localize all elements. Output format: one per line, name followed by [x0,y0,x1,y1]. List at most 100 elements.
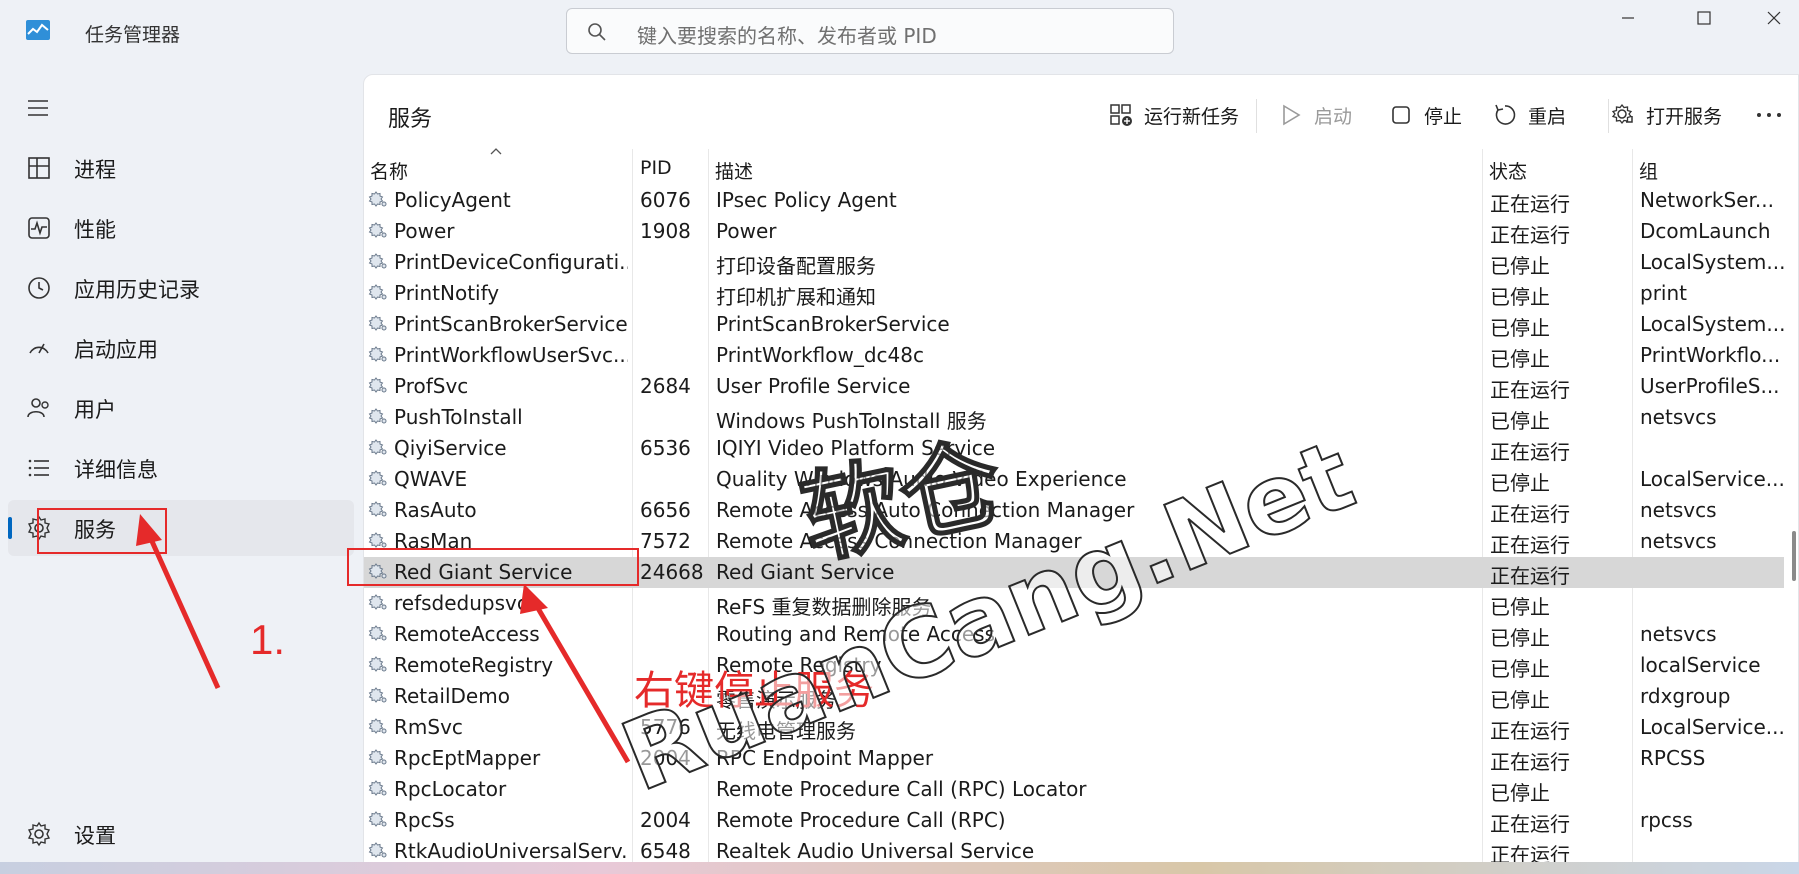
table-row[interactable]: PolicyAgent 6076 IPsec Policy Agent 正在运行 Net… [364,185,1784,216]
column-header-pid[interactable]: PID [640,157,672,179]
search-placeholder[interactable]: 键入要搜索的名称、发布者或 PID [637,20,937,49]
service-description: RPC Endpoint Mapper [716,746,934,770]
service-group: netsvcs [1640,529,1717,553]
search-box[interactable]: 键入要搜索的名称、发布者或 PID [566,8,1174,54]
stop-button[interactable]: 停止 [1388,95,1462,135]
minimize-icon[interactable] [1608,4,1648,34]
service-status: 正在运行 [1490,750,1570,774]
sidebar-item-details[interactable]: 详细信息 [8,440,354,496]
service-group: DcomLaunch [1640,219,1771,243]
table-row[interactable]: ProfSvc 2684 User Profile Service 正在运行 UserP… [364,371,1784,402]
run-new-task-icon [1110,104,1132,126]
service-gear-icon [368,470,387,486]
table-row[interactable]: RpcEptMapper 2004 RPC Endpoint Mapper 正在运行 R… [364,743,1784,774]
sidebar-item-settings[interactable]: 设置 [8,806,354,862]
table-row[interactable]: RmSvc 5776 无线电管理服务 正在运行 LocalService... [364,712,1785,743]
app-history-icon [28,277,50,299]
sidebar-item-label: 性能 [74,218,116,242]
service-name: RasAuto [394,498,477,522]
stop-label: 停止 [1424,105,1463,128]
column-header-group[interactable]: 组 [1639,157,1658,184]
service-pid: 6536 [640,436,691,460]
run-new-task-button[interactable]: 运行新任务 [1108,95,1239,135]
service-name: ProfSvc [394,374,469,398]
service-gear-icon [368,284,387,300]
search-icon [588,23,606,41]
service-group: PrintWorkflo... [1640,343,1781,367]
service-status: 已停止 [1490,688,1550,712]
table-row[interactable]: PrintWorkflowUserSvc... PrintWorkflow_dc4… [364,340,1784,371]
table-row[interactable]: PrintScanBrokerService PrintScanBrokerSer… [364,309,1786,340]
details-icon [28,459,49,477]
services-panel: 服务 运行新任务 启动 停止 重启 打开服务 名称 PID 描述 状态 组 Po… [363,74,1799,874]
column-header-status[interactable]: 状态 [1489,157,1527,184]
vertical-scrollbar-thumb[interactable] [1792,531,1796,581]
service-status: 正在运行 [1490,564,1570,588]
service-status: 已停止 [1490,657,1550,681]
service-name: RmSvc [394,715,463,739]
sidebar-item-label: 进程 [74,158,116,182]
sidebar-item-app-history[interactable]: 应用历史记录 [8,260,354,316]
service-description: Windows PushToInstall 服务 [716,409,987,433]
table-row[interactable]: PrintNotify 打印机扩展和通知 已停止 print [364,278,1784,309]
close-icon[interactable] [1754,4,1794,34]
sidebar-item-label: 用户 [74,398,116,422]
more-options-icon[interactable] [1754,105,1784,125]
table-row[interactable]: QiyiService 6536 IQIYI Video Platform Serv… [364,433,1784,464]
hamburger-menu-icon[interactable] [26,98,50,118]
restart-button[interactable]: 重启 [1492,95,1566,135]
service-gear-icon [368,749,387,765]
restart-label: 重启 [1528,105,1567,128]
service-gear-icon [368,408,387,424]
table-row[interactable]: RetailDemo 零售演示服务 已停止 rdxgroup [364,681,1784,712]
active-indicator [8,517,12,539]
app-title: 任务管理器 [85,24,181,46]
service-name: PrintScanBrokerService [394,312,628,336]
service-status: 正在运行 [1490,223,1570,247]
column-header-description[interactable]: 描述 [715,157,753,184]
service-gear-icon [368,718,387,734]
table-row[interactable]: PrintDeviceConfigurati... 打印设备配置服务 已停止 Loca… [364,247,1786,278]
service-description: User Profile Service [716,374,911,398]
service-pid: 7572 [640,529,691,553]
sidebar-item-users[interactable]: 用户 [8,380,354,436]
service-status: 已停止 [1490,626,1550,650]
open-services-icon [1611,103,1633,125]
service-group: netsvcs [1640,498,1717,522]
open-services-button[interactable]: 打开服务 [1610,95,1722,135]
table-row[interactable]: RemoteRegistry Remote Registry 已停止 localSer… [364,650,1784,681]
start-button[interactable]: 启动 [1278,95,1352,135]
service-gear-icon [368,594,387,610]
service-gear-icon [368,346,387,362]
sidebar-item-processes[interactable]: 进程 [8,140,354,196]
service-description: Power [716,219,777,243]
service-name: QiyiService [394,436,507,460]
sidebar-item-performance[interactable]: 性能 [8,200,354,256]
service-status: 已停止 [1490,285,1550,309]
table-row[interactable]: PushToInstall Windows PushToInstall 服务 已停止… [364,402,1784,433]
run-new-task-label: 运行新任务 [1144,105,1240,128]
service-status: 已停止 [1490,409,1550,433]
service-name: PolicyAgent [394,188,511,212]
restart-icon [1495,104,1516,125]
service-gear-icon [368,501,387,517]
sidebar-item-label: 启动应用 [74,338,158,362]
table-row[interactable]: RpcSs 2004 Remote Procedure Call (RPC) 正在运行… [364,805,1784,836]
service-description: 打印设备配置服务 [716,254,876,278]
service-group: LocalService... [1640,715,1785,739]
table-row[interactable]: Power 1908 Power 正在运行 DcomLaunch [364,216,1784,247]
sidebar-item-startup[interactable]: 启动应用 [8,320,354,376]
table-row[interactable]: RpcLocator Remote Procedure Call (RPC) Lo… [364,774,1784,805]
table-row[interactable]: QWAVE Quality Windows Audio Video Experie… [364,464,1785,495]
service-gear-icon [368,656,387,672]
service-status: 正在运行 [1490,812,1570,836]
service-gear-icon [368,842,387,858]
service-name: RpcSs [394,808,455,832]
column-header-name[interactable]: 名称 [370,157,408,184]
service-gear-icon [368,687,387,703]
service-pid: 2684 [640,374,691,398]
maximize-icon[interactable] [1684,4,1724,34]
settings-label: 设置 [74,824,116,848]
table-header: 名称 PID 描述 状态 组 [364,149,1798,185]
service-gear-icon [368,780,387,796]
